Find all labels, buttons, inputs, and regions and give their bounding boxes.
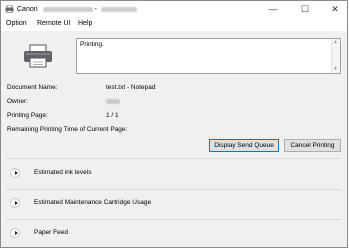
divider bbox=[7, 158, 341, 159]
cancel-printing-button[interactable]: Cancel Printing bbox=[284, 139, 341, 152]
remaining-time-label: Remaining Printing Time of Current Page: bbox=[7, 126, 128, 133]
status-message-box[interactable]: Printing. ▲ ▼ bbox=[76, 38, 341, 74]
owner-value bbox=[106, 98, 120, 105]
redacted-printer-model bbox=[42, 6, 93, 12]
status-scrollbar[interactable]: ▲ ▼ bbox=[331, 39, 340, 73]
redacted-owner bbox=[106, 98, 120, 104]
window-title-text: Canon bbox=[17, 6, 38, 13]
printer-status-window: Canon - — ☐ ✕ Option Remote UI Help Prin… bbox=[0, 0, 348, 248]
menu-option[interactable]: Option bbox=[6, 20, 27, 27]
owner-label: Owner: bbox=[7, 98, 28, 105]
section-maintenance-cartridge[interactable]: Estimated Maintenance Cartridge Usage bbox=[7, 197, 341, 211]
status-message: Printing. bbox=[80, 41, 104, 48]
menu-bar: Option Remote UI Help bbox=[1, 18, 347, 31]
section-ink-levels[interactable]: Estimated ink levels bbox=[7, 167, 341, 181]
window-title: Canon - bbox=[17, 6, 137, 13]
menu-help[interactable]: Help bbox=[78, 20, 92, 27]
display-send-queue-button[interactable]: Display Send Queue bbox=[209, 139, 279, 152]
divider bbox=[7, 189, 341, 190]
minimize-button[interactable]: — bbox=[259, 1, 287, 18]
section-label: Estimated ink levels bbox=[34, 169, 92, 176]
scroll-up-icon[interactable]: ▲ bbox=[333, 40, 338, 45]
chevron-right-icon[interactable] bbox=[10, 168, 20, 178]
printing-page-value: 1 / 1 bbox=[106, 112, 119, 119]
window-title-separator: - bbox=[94, 6, 97, 13]
section-label: Paper Feed bbox=[34, 229, 68, 236]
chevron-right-icon[interactable] bbox=[10, 228, 20, 238]
maximize-button[interactable]: ☐ bbox=[291, 1, 319, 18]
document-name-value: test.txt - Notepad bbox=[106, 84, 156, 91]
divider bbox=[7, 219, 341, 220]
title-bar[interactable]: Canon - — ☐ ✕ bbox=[1, 1, 347, 18]
redacted-port-name bbox=[100, 6, 137, 12]
section-label: Estimated Maintenance Cartridge Usage bbox=[34, 199, 152, 206]
scroll-down-icon[interactable]: ▼ bbox=[333, 67, 338, 72]
printer-icon bbox=[24, 44, 52, 68]
close-button[interactable]: ✕ bbox=[321, 1, 349, 18]
printer-app-icon bbox=[5, 5, 14, 13]
document-name-label: Document Name: bbox=[7, 84, 58, 91]
printing-page-label: Printing Page: bbox=[7, 112, 48, 119]
section-paper-feed[interactable]: Paper Feed bbox=[7, 227, 341, 241]
chevron-right-icon[interactable] bbox=[10, 198, 20, 208]
menu-remote-ui[interactable]: Remote UI bbox=[37, 20, 70, 27]
